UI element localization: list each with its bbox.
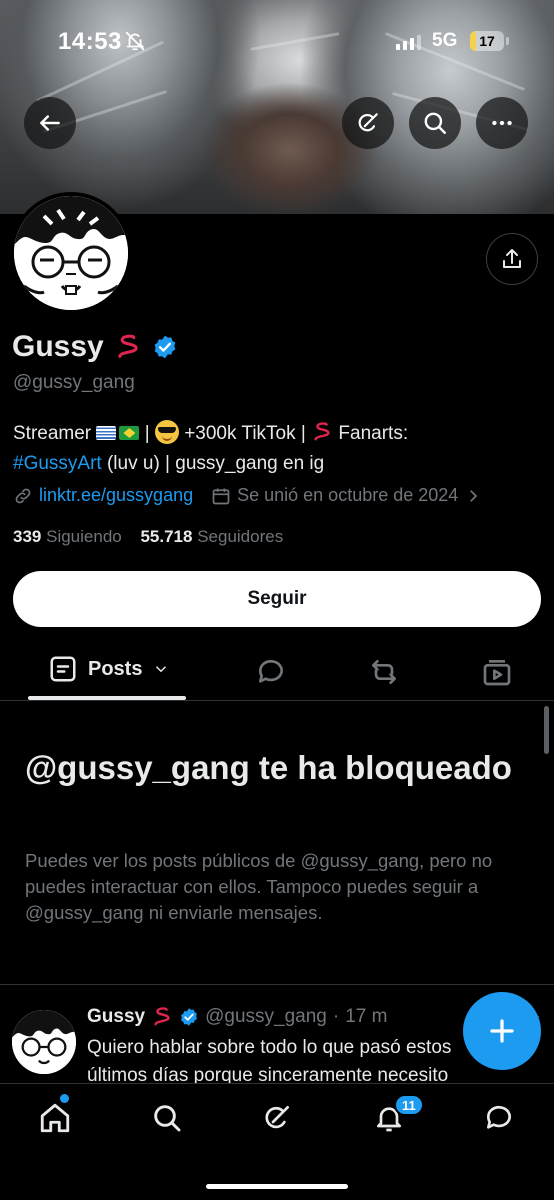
worm-emoji-icon xyxy=(118,334,138,358)
post-header: Gussy @gussy_gang · 17 m xyxy=(87,1006,387,1028)
posts-icon xyxy=(50,656,76,682)
link-icon xyxy=(15,488,31,503)
search-icon xyxy=(424,112,446,134)
profile-tabs: Posts xyxy=(0,644,554,700)
chevron-down-icon xyxy=(156,666,167,673)
profile-name: Gussy xyxy=(12,330,104,363)
blocked-description: Puedes ver los posts públicos de @gussy_… xyxy=(25,850,493,923)
worm-emoji-icon xyxy=(154,1007,170,1026)
post-text[interactable]: Quiero hablar sobre todo lo que pasó est… xyxy=(87,1034,507,1086)
tabs-divider xyxy=(0,700,554,701)
profile-link[interactable]: linktr.ee/gussygang xyxy=(39,485,193,506)
sunglasses-emoji-icon xyxy=(154,420,179,444)
back-button[interactable] xyxy=(24,97,76,149)
grok-icon xyxy=(265,1106,289,1129)
profile-avatar[interactable] xyxy=(10,192,132,314)
nav-search[interactable] xyxy=(149,1100,185,1136)
more-icon xyxy=(492,120,512,126)
bell-off-icon xyxy=(125,31,145,51)
share-button[interactable] xyxy=(486,233,538,285)
following-link[interactable]: 339 Siguiendo xyxy=(13,527,122,546)
compose-button[interactable] xyxy=(463,992,541,1070)
bio-text-1: Streamer xyxy=(13,423,92,444)
post-divider xyxy=(0,984,554,985)
profile-handle: @gussy_gang xyxy=(13,372,135,393)
notifications-badge: 11 xyxy=(394,1094,424,1116)
messages-icon xyxy=(486,1105,511,1129)
follow-counts: 339 Siguiendo 55.718 Seguidores xyxy=(13,527,283,547)
scrollbar[interactable] xyxy=(544,706,549,754)
follow-button[interactable]: Seguir xyxy=(13,571,541,627)
verified-icon xyxy=(181,1008,198,1026)
followers-label: Seguidores xyxy=(197,527,284,546)
battery-icon: 17 xyxy=(470,31,504,51)
calendar-icon xyxy=(212,488,230,504)
profile-meta: linktr.ee/gussygang Se unió en octubre d… xyxy=(13,485,482,506)
followers-link[interactable]: 55.718 Seguidores xyxy=(140,527,283,546)
bio-text-3: +300k TikTok | xyxy=(178,423,312,444)
nav-messages[interactable] xyxy=(481,1100,517,1136)
home-icon xyxy=(40,1103,70,1133)
followers-count: 55.718 xyxy=(140,527,193,546)
following-count: 339 xyxy=(13,527,42,546)
post-text-line-1: Quiero hablar sobre todo lo que pasó est… xyxy=(87,1037,452,1058)
plus-icon xyxy=(490,1019,514,1043)
uruguay-flag-icon xyxy=(96,426,117,440)
bottom-navigation xyxy=(0,1083,554,1200)
tab-replies-icon[interactable] xyxy=(255,656,287,688)
battery-level: 17 xyxy=(479,33,495,49)
avatar-image xyxy=(14,196,128,310)
nav-grok[interactable] xyxy=(259,1100,295,1136)
home-unread-dot xyxy=(60,1094,69,1103)
profile-joined: Se unió en octubre de 2024 xyxy=(237,485,459,505)
tab-videos-icon[interactable] xyxy=(481,656,513,688)
profile-bio: Streamer | +300k TikTok | Fanarts: #Guss… xyxy=(13,419,543,479)
grok-button[interactable] xyxy=(342,97,394,149)
worm-emoji-icon xyxy=(314,422,330,441)
tab-reposts-icon[interactable] xyxy=(368,656,400,688)
bio-text-2: | xyxy=(144,423,155,444)
post-time: 17 m xyxy=(345,1006,388,1027)
post-separator: · xyxy=(332,1006,340,1027)
tab-posts[interactable]: Posts xyxy=(48,654,170,684)
battery-cap xyxy=(506,37,509,45)
brazil-flag-icon xyxy=(119,426,140,440)
nav-home[interactable] xyxy=(37,1100,73,1136)
home-indicator[interactable] xyxy=(206,1184,348,1189)
post-author-handle: @gussy_gang xyxy=(205,1006,327,1027)
verified-icon[interactable] xyxy=(152,334,178,360)
bio-hashtag-link[interactable]: #GussyArt xyxy=(13,453,102,474)
profile-name-row: Gussy xyxy=(12,330,178,364)
more-button[interactable] xyxy=(476,97,528,149)
status-time: 14:53 xyxy=(58,28,122,55)
search-button[interactable] xyxy=(409,97,461,149)
share-icon xyxy=(503,249,521,268)
post-avatar-drawing xyxy=(12,1010,76,1074)
bio-text-5: (luv u) | gussy_gang en ig xyxy=(101,453,325,474)
following-label: Siguiendo xyxy=(46,527,122,546)
avatar-drawing xyxy=(14,196,128,310)
grok-icon xyxy=(358,113,378,132)
post-avatar[interactable] xyxy=(12,1010,76,1074)
tab-posts-label: Posts xyxy=(88,657,143,680)
back-arrow-icon xyxy=(40,115,60,131)
network-label: 5G xyxy=(432,30,458,51)
signal-icon xyxy=(396,34,421,50)
bio-text-4: Fanarts: xyxy=(333,423,409,444)
chevron-right-icon[interactable] xyxy=(464,487,482,505)
blocked-title: @gussy_gang te ha bloqueado xyxy=(25,749,512,786)
search-icon xyxy=(154,1105,181,1132)
post-author-name[interactable]: Gussy xyxy=(87,1006,145,1028)
